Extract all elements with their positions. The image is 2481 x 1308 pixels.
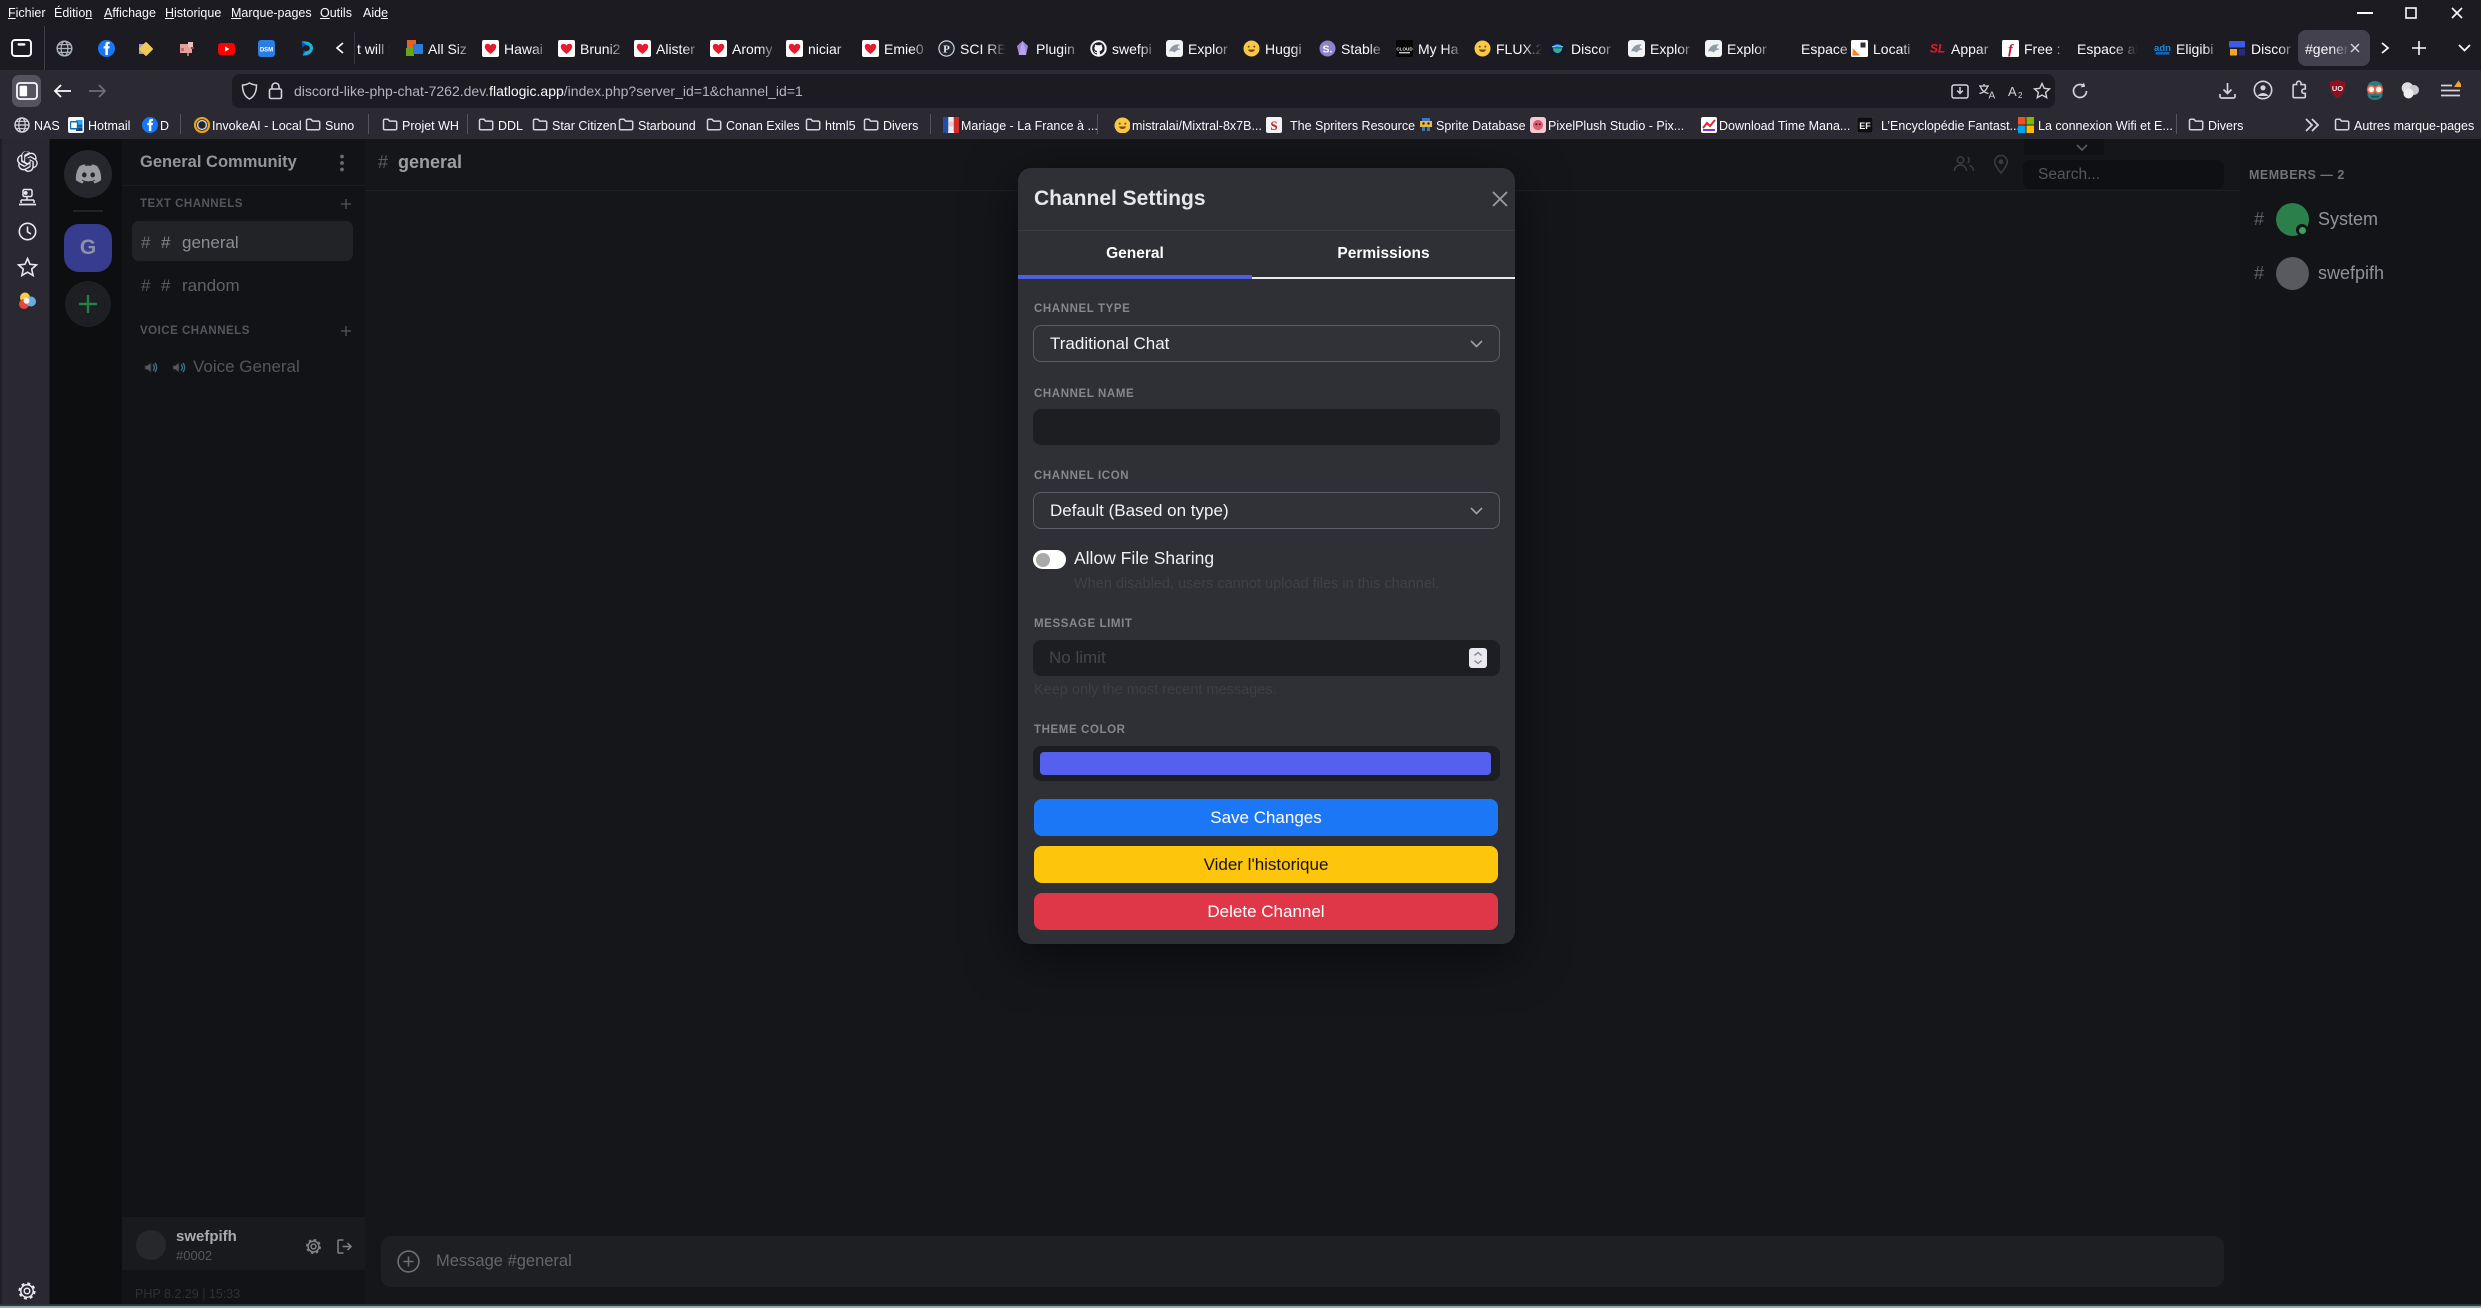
svg-text:S.: S. xyxy=(1323,43,1333,55)
svg-text:2: 2 xyxy=(2018,91,2023,100)
svg-text:A: A xyxy=(1989,91,1996,101)
svg-text:A: A xyxy=(2008,84,2017,99)
svg-text:S: S xyxy=(1270,118,1277,133)
svg-text:UO: UO xyxy=(2332,84,2343,93)
svg-text:P: P xyxy=(943,44,950,56)
svg-text:CLOUD: CLOUD xyxy=(1396,47,1413,52)
svg-text:EF: EF xyxy=(1859,121,1871,131)
svg-text:DSM: DSM xyxy=(260,48,273,54)
svg-text:SL: SL xyxy=(1930,42,1945,56)
